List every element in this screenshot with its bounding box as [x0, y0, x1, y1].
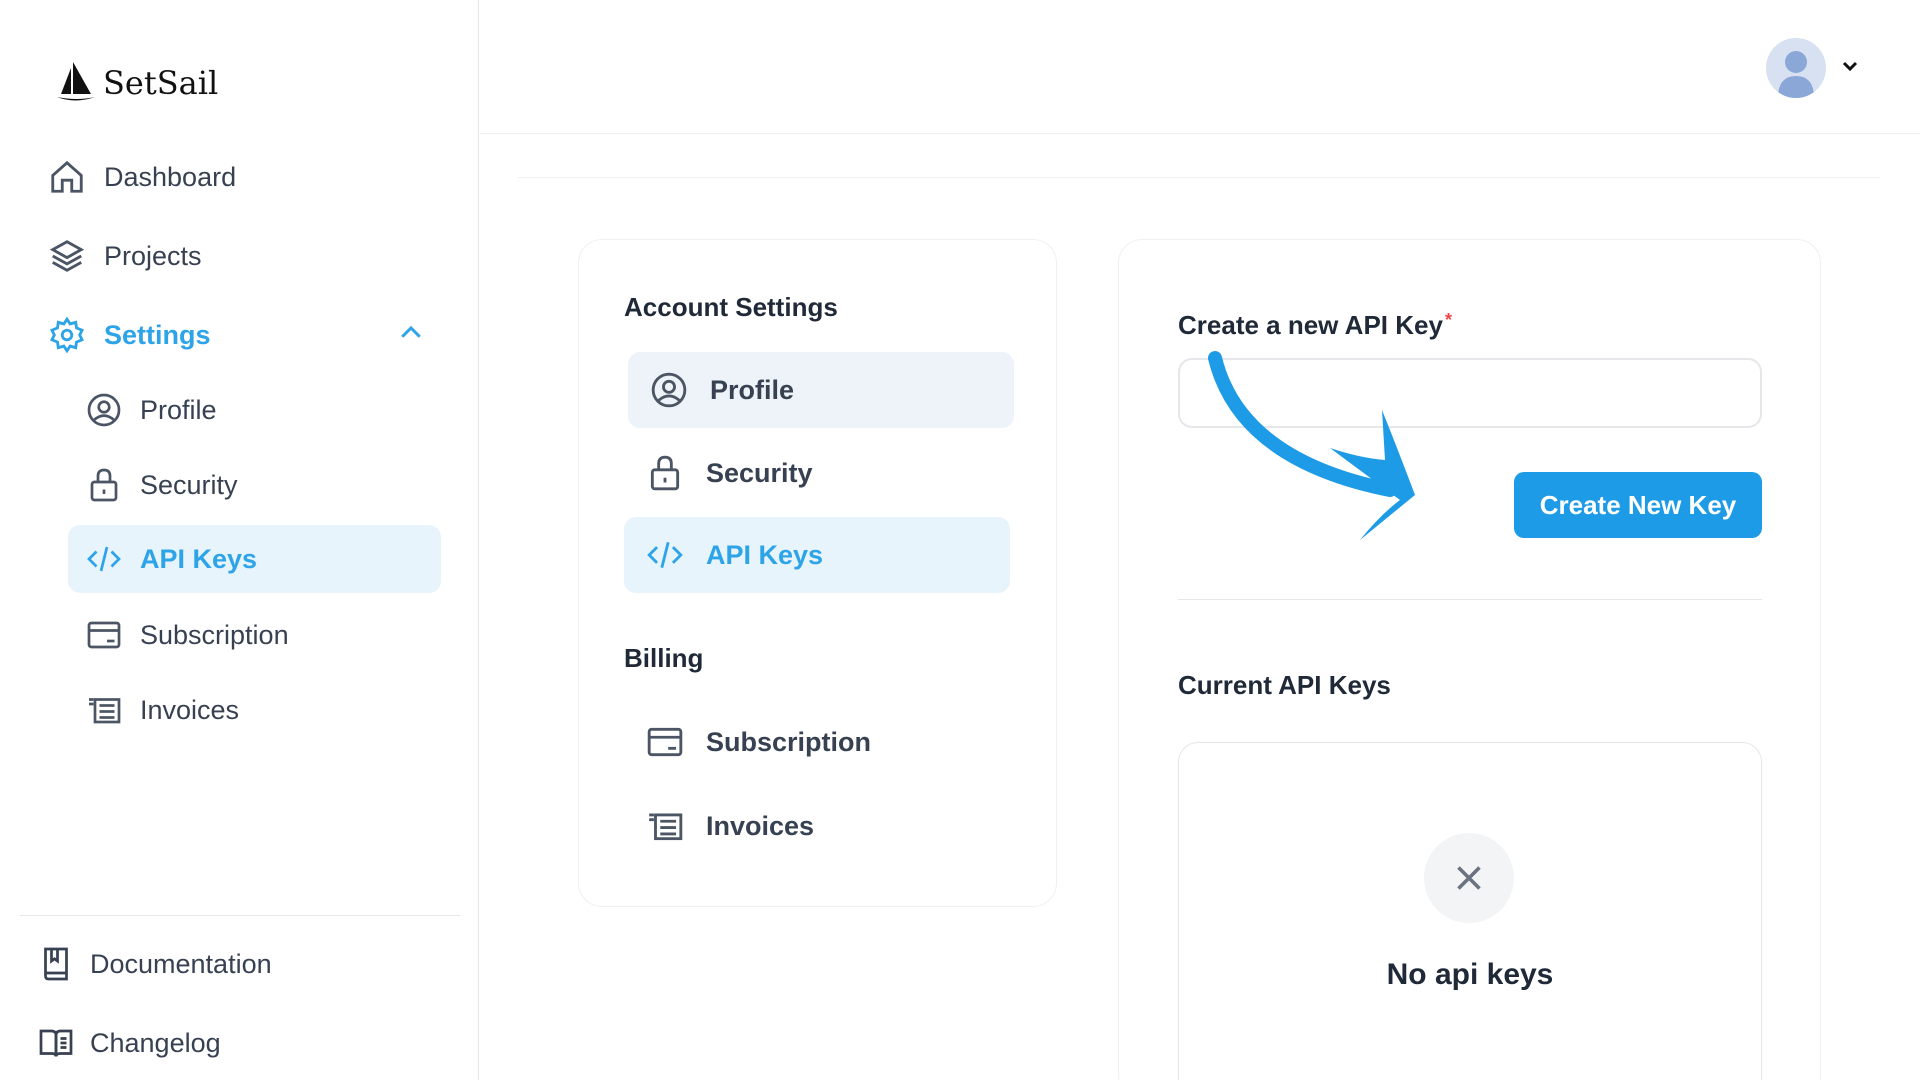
avatar[interactable] — [1766, 38, 1826, 98]
lock-icon — [650, 455, 680, 491]
sidebar-item-api-keys[interactable]: API Keys — [68, 525, 441, 593]
empty-state-text: No api keys — [1386, 958, 1554, 991]
sidebar-item-projects[interactable]: Projects — [48, 237, 202, 275]
sidebar-item-label: Invoices — [140, 694, 240, 725]
menu-item-label: Profile — [710, 374, 795, 405]
top-bar — [480, 0, 1920, 134]
close-icon — [1457, 866, 1481, 890]
home-icon — [51, 160, 83, 193]
sidebar-item-changelog[interactable]: Changelog — [38, 1025, 221, 1061]
menu-item-security[interactable]: Security — [624, 435, 1010, 511]
sailboat-icon — [57, 62, 95, 101]
empty-state-icon-badge — [1424, 833, 1514, 923]
sidebar-item-documentation[interactable]: Documentation — [38, 946, 272, 982]
menu-item-label: Security — [706, 457, 813, 488]
book-icon — [44, 947, 68, 981]
app-name: SetSail — [103, 64, 219, 102]
open-book-icon — [39, 1029, 73, 1057]
sidebar-item-invoices[interactable]: Invoices — [68, 676, 441, 744]
sidebar-item-label: Changelog — [90, 1027, 221, 1058]
sidebar-item-security[interactable]: Security — [68, 451, 441, 519]
sidebar-item-label: API Keys — [140, 543, 258, 574]
sidebar: SetSail Dashboard Projects Settings Prof… — [0, 0, 479, 1080]
chevron-down-icon[interactable] — [1838, 54, 1862, 78]
content-divider — [518, 177, 1880, 178]
sidebar-item-settings[interactable]: Settings — [48, 316, 211, 354]
sidebar-item-label: Settings — [104, 319, 211, 350]
sidebar-item-label: Documentation — [90, 948, 272, 979]
code-icon — [87, 546, 121, 572]
account-settings-title: Account Settings — [624, 292, 838, 322]
menu-item-profile[interactable]: Profile — [628, 352, 1014, 428]
api-key-name-input[interactable] — [1178, 358, 1762, 428]
sidebar-item-label: Profile — [140, 394, 217, 425]
create-new-key-button[interactable]: Create New Key — [1514, 472, 1762, 538]
card-icon — [87, 621, 121, 649]
billing-title: Billing — [624, 643, 704, 673]
sidebar-item-profile[interactable]: Profile — [68, 376, 441, 444]
create-api-key-label: Create a new API Key * — [1178, 310, 1452, 341]
menu-item-subscription[interactable]: Subscription — [624, 704, 1010, 780]
invoice-icon — [649, 813, 683, 841]
sidebar-item-label: Subscription — [140, 619, 289, 650]
menu-item-label: API Keys — [706, 539, 824, 570]
menu-item-label: Subscription — [706, 726, 872, 757]
user-circle-icon — [651, 372, 687, 408]
current-api-keys-title: Current API Keys — [1178, 670, 1391, 700]
menu-item-api-keys[interactable]: API Keys — [624, 517, 1010, 593]
sidebar-item-dashboard[interactable]: Dashboard — [48, 158, 236, 196]
section-divider — [1178, 599, 1762, 600]
chevron-up-icon[interactable] — [396, 318, 426, 348]
logo[interactable]: SetSail — [55, 60, 218, 106]
layers-icon — [49, 240, 85, 272]
gear-icon — [50, 316, 84, 354]
required-marker: * — [1444, 310, 1452, 330]
sidebar-item-label: Projects — [104, 240, 202, 271]
invoice-icon — [89, 698, 121, 724]
menu-item-label: Invoices — [706, 810, 815, 841]
sidebar-item-label: Security — [140, 469, 238, 500]
sidebar-divider — [20, 915, 460, 916]
menu-item-invoices[interactable]: Invoices — [624, 788, 1010, 864]
code-icon — [647, 541, 683, 569]
user-avatar-icon — [1778, 51, 1814, 98]
lock-icon — [90, 468, 118, 502]
user-circle-icon — [87, 393, 121, 427]
sidebar-item-subscription[interactable]: Subscription — [68, 601, 441, 669]
create-api-key-label-text: Create a new API Key — [1178, 310, 1443, 340]
sidebar-item-label: Dashboard — [104, 161, 237, 192]
card-icon — [647, 727, 683, 757]
